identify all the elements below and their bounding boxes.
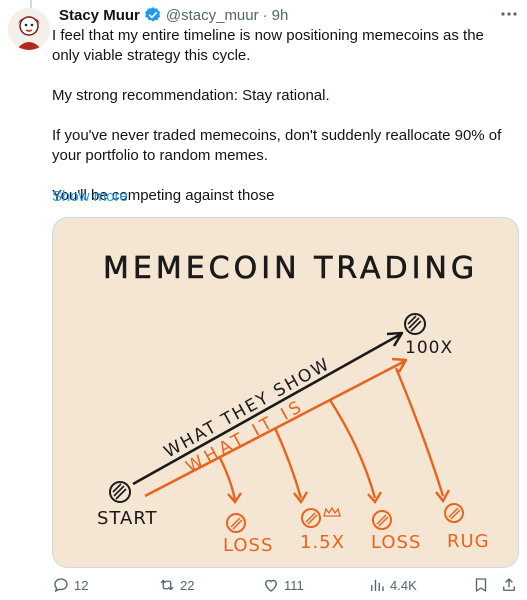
outcome-label-loss-2: LOSS — [371, 532, 421, 553]
share-button[interactable] — [500, 576, 522, 594]
like-button[interactable]: 111 — [262, 576, 304, 594]
tweet-paragraph: My strong recommendation: Stay rational. — [52, 87, 330, 104]
reply-button[interactable]: 12 — [52, 576, 88, 594]
repost-count: 22 — [180, 577, 195, 593]
like-count: 111 — [284, 577, 304, 593]
action-bar: 12 22 111 4.4K — [52, 576, 518, 598]
black-arrow — [132, 332, 402, 486]
avatar[interactable] — [8, 8, 50, 50]
tweet-paragraph: If you've never traded memecoins, don't … — [52, 127, 502, 164]
outcome-label-loss-1: LOSS — [223, 535, 273, 556]
repost-button[interactable]: 22 — [158, 576, 194, 594]
show-more-link[interactable]: Show more — [52, 188, 128, 205]
reply-count: 12 — [74, 577, 89, 593]
share-icon — [503, 578, 515, 591]
author-handle[interactable]: @stacy_muur — [166, 7, 259, 24]
tweet-paragraph: I feel that my entire timeline is now po… — [52, 27, 484, 64]
outcome-coin — [372, 510, 392, 530]
outcome-coin — [226, 513, 246, 533]
more-icon[interactable] — [499, 4, 519, 24]
target-label: 100X — [405, 338, 453, 358]
drop-arrow-loss-2 — [328, 399, 377, 499]
bookmark-button[interactable] — [472, 576, 494, 594]
drop-arrow-1-5x — [273, 427, 303, 499]
crown-icon — [323, 506, 341, 517]
author-name[interactable]: Stacy Muur — [59, 7, 140, 24]
start-label: START — [97, 508, 158, 529]
target-coin — [404, 313, 426, 335]
views-count: 4.4K — [390, 577, 417, 593]
tweet-header: Stacy Muur @stacy_muur · 9h — [59, 5, 288, 25]
timestamp[interactable]: 9h — [272, 7, 289, 24]
views-icon — [371, 579, 384, 591]
outcome-coin — [301, 506, 341, 528]
tweet-image[interactable]: MEMECOIN TRADING WHAT THEY SHOW WHAT IT … — [52, 217, 519, 568]
start-coin — [109, 481, 131, 503]
thread-line — [30, 0, 32, 8]
like-icon — [265, 579, 277, 592]
outcome-coin — [444, 503, 464, 523]
outcome-label-1-5x: 1.5X — [300, 532, 345, 553]
drop-arrow-loss-1 — [218, 457, 237, 501]
views-button[interactable]: 4.4K — [368, 576, 417, 594]
bookmark-icon — [475, 578, 487, 592]
verified-badge-icon — [144, 6, 162, 24]
outcome-label-rug: RUG — [447, 531, 490, 552]
repost-icon — [160, 579, 174, 591]
image-title: MEMECOIN TRADING — [103, 251, 478, 286]
reply-icon — [54, 578, 68, 593]
drop-arrow-rug — [394, 367, 445, 497]
separator-dot: · — [262, 6, 268, 24]
